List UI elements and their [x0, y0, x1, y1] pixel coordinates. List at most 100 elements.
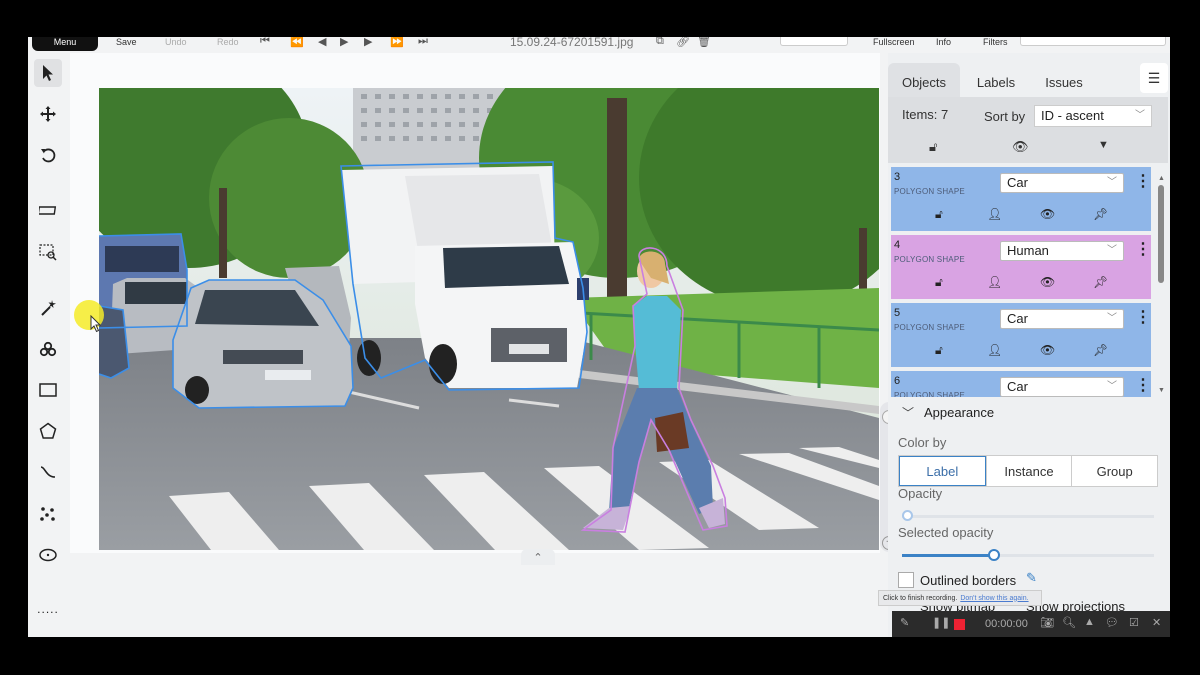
magic-wand-tool[interactable] — [34, 294, 62, 322]
pin-icon[interactable]: 📌︎ — [1093, 343, 1108, 357]
delete-icon[interactable]: 🗑︎ — [697, 37, 711, 48]
tab-issues[interactable]: Issues — [1028, 63, 1100, 101]
object-label-select[interactable]: Car ﹀ — [1000, 309, 1124, 329]
user-icon[interactable]: 👤︎ — [987, 275, 1002, 289]
tab-objects[interactable]: Objects — [888, 63, 960, 101]
color-by-label-option[interactable]: Label — [899, 456, 986, 486]
save-button[interactable]: Save — [116, 37, 137, 47]
pin-icon[interactable]: 📌︎ — [1093, 207, 1108, 221]
appearance-title: Appearance — [924, 405, 995, 420]
selected-opacity-slider[interactable] — [902, 549, 1154, 561]
object-item[interactable]: 6 POLYGON SHAPE Car ﹀ ⋮ — [891, 371, 1151, 397]
lock-icon[interactable]: 🔓︎ — [935, 207, 943, 222]
object-label: Car — [1007, 311, 1028, 326]
rotate-icon — [41, 148, 56, 163]
eye-icon[interactable]: 👁︎ — [1040, 207, 1055, 221]
opacity-slider-handle[interactable] — [902, 510, 913, 521]
color-by-instance-option[interactable]: Instance — [985, 456, 1072, 486]
collapse-all-icon[interactable]: ▼ — [1098, 139, 1109, 151]
zoom-icon[interactable]: 🔍︎ — [1062, 616, 1076, 629]
chevron-down-icon[interactable]: ﹀ — [902, 404, 914, 421]
redo-button[interactable]: Redo — [217, 37, 239, 47]
dont-show-again-link[interactable]: Don't show this again. — [960, 595, 1028, 602]
recording-toolbar: ✎ ❚❚ 00:00:00 📷︎ 🔍︎ ▲ 💬︎ ☑ ✕ — [892, 611, 1170, 637]
eye-icon[interactable]: 👁︎ — [1040, 275, 1055, 289]
rectangle-tool[interactable] — [34, 376, 62, 404]
chevron-down-icon: ﹀ — [1107, 245, 1117, 256]
last-frame-icon[interactable]: ⏭ — [418, 37, 428, 48]
link-icon[interactable]: 🔗︎ — [676, 37, 690, 48]
object-label-select[interactable]: Car ﹀ — [1000, 377, 1124, 397]
polygon-tool[interactable] — [34, 417, 62, 445]
camera-icon[interactable]: 📷︎ — [1040, 616, 1054, 629]
lock-icon[interactable]: 🔓︎ — [935, 343, 943, 358]
object-label-select[interactable]: Human ﹀ — [1000, 241, 1124, 261]
copy-icon[interactable]: ⧉ — [656, 37, 664, 48]
more-tools[interactable]: ..... — [34, 595, 62, 623]
color-by-label: Color by — [898, 435, 947, 450]
play-icon[interactable]: ▶ — [340, 37, 348, 48]
undo-button[interactable]: Undo — [165, 37, 187, 47]
pin-icon[interactable]: 📌︎ — [1093, 275, 1108, 289]
points-tool[interactable] — [34, 500, 62, 528]
object-menu-icon[interactable]: ⋮ — [1135, 171, 1151, 191]
selected-opacity-handle[interactable] — [988, 549, 1000, 561]
comment-icon[interactable]: 💬︎ — [1105, 616, 1119, 629]
tab-labels[interactable]: Labels — [960, 63, 1032, 101]
edit-icon[interactable]: ☑ — [1129, 616, 1139, 629]
annotated-photo[interactable] — [99, 88, 879, 550]
lock-icon[interactable]: 🔓︎ — [935, 275, 943, 290]
menu-button[interactable]: Menu — [32, 37, 98, 51]
object-shape: POLYGON SHAPE — [894, 255, 965, 264]
stop-record-icon[interactable] — [954, 619, 965, 630]
sort-by-select[interactable]: ID - ascent ﹀ — [1034, 105, 1152, 127]
eye-icon[interactable]: 👁︎ — [1040, 343, 1055, 357]
object-label: Car — [1007, 379, 1028, 394]
polyline-tool[interactable] — [34, 458, 62, 486]
prev-frame-icon[interactable]: ◀ — [318, 37, 326, 48]
mouse-pointer-icon — [90, 315, 102, 333]
pause-icon[interactable]: ❚❚ — [932, 616, 950, 629]
panel-tabs: Objects Labels Issues ☰ — [888, 59, 1170, 101]
user-icon[interactable]: 👤︎ — [987, 207, 1002, 221]
object-id: 4 — [894, 239, 901, 251]
ruler-tool[interactable] — [34, 197, 62, 225]
objects-scrollbar[interactable]: ▲ ▼ — [1156, 175, 1166, 397]
object-menu-icon[interactable]: ⋮ — [1135, 307, 1151, 327]
fullscreen-button[interactable]: Fullscreen — [873, 37, 915, 47]
brush-tool[interactable] — [34, 335, 62, 363]
outlined-borders-checkbox[interactable] — [898, 572, 914, 588]
next-frame-icon[interactable]: ▶ — [364, 37, 372, 48]
rotate-tool[interactable] — [34, 141, 62, 169]
next-step-icon[interactable]: ⏩ — [390, 37, 404, 48]
first-frame-icon[interactable]: ⏮ — [260, 37, 270, 48]
object-menu-icon[interactable]: ⋮ — [1135, 375, 1151, 395]
zoom-region-tool[interactable] — [34, 238, 62, 266]
expand-timeline-button[interactable]: ⌃ — [521, 549, 555, 565]
info-button[interactable]: Info — [936, 37, 951, 47]
user-icon[interactable]: 👤︎ — [987, 343, 1002, 357]
workspace-select[interactable] — [780, 37, 848, 46]
object-item[interactable]: 3 POLYGON SHAPE Car ﹀ ⋮ 🔓︎ 👤︎ 👁︎ 📌︎ — [891, 167, 1151, 231]
opacity-slider[interactable] — [902, 510, 1154, 521]
filters-button[interactable]: Filters — [983, 37, 1008, 47]
pen-icon[interactable]: ✎ — [900, 616, 909, 629]
cursor-tool[interactable] — [34, 59, 62, 87]
show-all-icon[interactable]: 👁︎ — [1012, 139, 1029, 155]
left-toolbar: ..... — [28, 53, 68, 637]
ellipse-tool[interactable] — [34, 541, 62, 569]
object-item[interactable]: 5 POLYGON SHAPE Car ﹀ ⋮ 🔓︎ 👤︎ 👁︎ 📌︎ — [891, 303, 1151, 367]
lock-all-icon[interactable]: 🔓︎ — [929, 139, 937, 155]
image-canvas[interactable]: ⌃ — [70, 53, 880, 565]
color-by-group-option[interactable]: Group — [1071, 456, 1157, 486]
close-icon[interactable]: ✕ — [1152, 616, 1161, 629]
filters-input[interactable] — [1020, 37, 1166, 46]
highlight-icon[interactable]: ▲ — [1084, 616, 1095, 628]
object-label-select[interactable]: Car ﹀ — [1000, 173, 1124, 193]
object-menu-icon[interactable]: ⋮ — [1135, 239, 1151, 259]
list-view-toggle[interactable]: ☰ — [1140, 63, 1168, 93]
object-item[interactable]: 4 POLYGON SHAPE Human ﹀ ⋮ 🔓︎ 👤︎ 👁︎ 📌︎ — [891, 235, 1151, 299]
prev-step-icon[interactable]: ⏪ — [290, 37, 304, 48]
move-tool[interactable] — [34, 100, 62, 128]
color-picker-icon[interactable]: ✎ — [1026, 570, 1037, 586]
